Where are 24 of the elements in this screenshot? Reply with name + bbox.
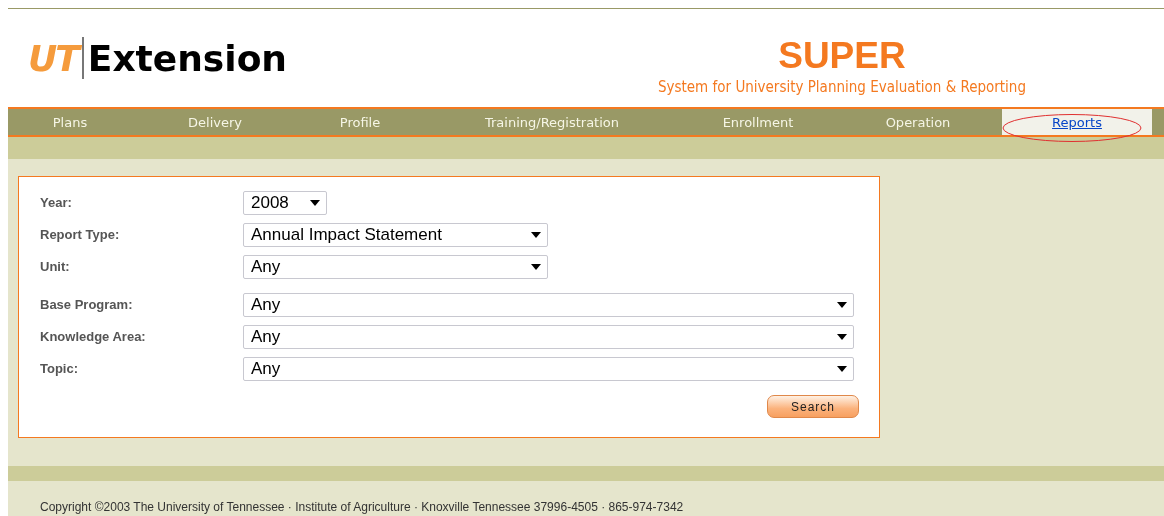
caret-icon [531,264,541,270]
field-label: Base Program: [40,296,134,312]
dropdown[interactable]: Any [243,357,854,381]
dropdown[interactable]: Any [243,255,548,279]
field-label: Year: [40,194,73,210]
field-label: Topic: [40,360,80,376]
field-label: Knowledge Area: [40,328,147,344]
field-label: Report Type: [40,226,121,242]
caret-icon [531,232,541,238]
caret-icon [837,302,847,308]
dropdown[interactable]: Any [243,325,854,349]
search-button[interactable]: Search [767,395,859,418]
dropdown[interactable]: Any [243,293,854,317]
copyright-text: Copyright ©2003 The University of Tennessee · Institute of Agriculture · Knoxville Tennessee 37996-4505 · 865-974-7342 [8,481,1164,516]
app-subtitle: System for University Planning Evaluation & Reporting [657,78,1026,96]
app-name: SUPER [778,36,906,76]
nav-tab[interactable]: Reports [1002,109,1152,135]
dropdown[interactable]: Annual Impact Statement [243,223,548,247]
caret-icon [837,334,847,340]
dropdown[interactable]: 2008 [243,191,327,215]
logo-text: Extension [87,37,287,79]
caret-icon [310,200,320,206]
field-label: Unit: [40,258,71,274]
caret-icon [837,366,847,372]
